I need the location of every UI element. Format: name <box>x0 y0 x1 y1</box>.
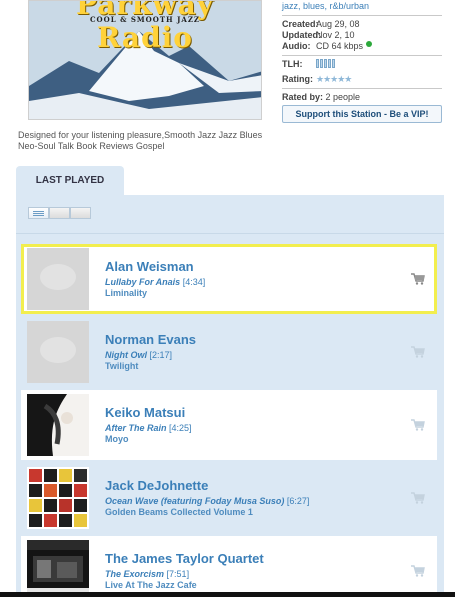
track-row[interactable]: Keiko Matsui After The Rain [4:25] Moyo <box>21 390 437 460</box>
created-row: Created: Aug 29, 08 <box>282 19 442 30</box>
view-toggle[interactable] <box>28 207 91 219</box>
track-album[interactable]: Live At The Jazz Cafe <box>105 580 411 591</box>
window-bottom-edge <box>0 592 455 597</box>
divider <box>282 55 442 56</box>
album-placeholder-icon <box>27 321 89 383</box>
track-row[interactable]: Jack DeJohnette Ocean Wave (featuring Fo… <box>21 463 437 533</box>
cover-subtitle: COOL & SMOOTH JAZZ <box>89 15 201 24</box>
updated-value: Nov 2, 10 <box>316 30 355 40</box>
rated-by-value: 2 people <box>325 92 361 102</box>
track-row[interactable]: Alan Weisman Lullaby For Anais [4:34] Li… <box>21 244 437 314</box>
audio-value: CD 64 kbps <box>316 41 364 51</box>
track-title[interactable]: After The Rain <box>105 423 167 433</box>
track-artist[interactable]: Alan Weisman <box>105 259 411 275</box>
track-artist[interactable]: Norman Evans <box>105 332 411 348</box>
track-album[interactable]: Liminality <box>105 288 411 299</box>
list-view-icon[interactable] <box>28 207 49 219</box>
grid-view-icon[interactable] <box>49 207 70 219</box>
audio-label: Audio: <box>282 41 311 51</box>
cart-icon[interactable] <box>411 565 425 577</box>
rating-stars-icon[interactable]: ★★★★★ <box>316 74 352 85</box>
track-title[interactable]: Ocean Wave (featuring Foday Musa Suso) <box>105 496 284 506</box>
track-title[interactable]: The Exorcism <box>105 569 164 579</box>
rating-label: Rating: <box>282 74 313 84</box>
divider <box>282 15 442 16</box>
track-title[interactable]: Night Owl <box>105 350 147 360</box>
track-title[interactable]: Lullaby For Anais <box>105 277 180 287</box>
tab-last-played[interactable]: LAST PLAYED <box>16 166 124 196</box>
tlh-label: TLH: <box>282 59 303 69</box>
rating-row: Rating: ★★★★★ <box>282 74 442 85</box>
track-artist[interactable]: Keiko Matsui <box>105 405 411 421</box>
track-duration: [2:17] <box>149 350 173 360</box>
updated-label: Updated: <box>282 30 321 40</box>
last-played-panel: Alan Weisman Lullaby For Anais [4:34] Li… <box>16 195 444 597</box>
track-duration: [4:34] <box>182 277 206 287</box>
created-value: Aug 29, 08 <box>316 19 360 29</box>
album-placeholder-icon <box>27 248 89 310</box>
rated-by: Rated by: 2 people <box>282 92 442 102</box>
track-album[interactable]: Twilight <box>105 361 411 372</box>
album-art-dejohnette <box>27 467 89 529</box>
support-vip-button[interactable]: Support this Station - Be a VIP! <box>282 105 442 123</box>
created-label: Created: <box>282 19 319 29</box>
rated-by-label: Rated by: <box>282 92 324 102</box>
cart-icon[interactable] <box>411 346 425 358</box>
track-album[interactable]: Golden Beams Collected Volume 1 <box>105 507 411 518</box>
track-duration: [7:51] <box>166 569 190 579</box>
track-artist[interactable]: The James Taylor Quartet <box>105 551 411 567</box>
cart-icon[interactable] <box>411 492 425 504</box>
track-artist[interactable]: Jack DeJohnette <box>105 478 411 494</box>
updated-row: Updated: Nov 2, 10 <box>282 30 442 41</box>
audio-row: Audio: CD 64 kbps <box>282 41 442 52</box>
track-row[interactable]: Norman Evans Night Owl [2:17] Twilight <box>21 317 437 387</box>
cover-title: Parkway Radio <box>75 0 215 54</box>
tlh-row: TLH: <box>282 59 442 70</box>
genre-links[interactable]: jazz, blues, r&b/urban <box>282 0 442 12</box>
divider <box>16 233 444 234</box>
station-description: Designed for your listening pleasure,Smo… <box>18 130 263 151</box>
track-duration: [6:27] <box>286 496 310 506</box>
station-cover-art: Parkway Radio COOL & SMOOTH JAZZ <box>28 0 262 120</box>
track-album[interactable]: Moyo <box>105 434 411 445</box>
tile-view-icon[interactable] <box>70 207 91 219</box>
divider <box>282 88 442 89</box>
track-duration: [4:25] <box>169 423 192 433</box>
cart-icon[interactable] <box>411 419 425 431</box>
station-info: jazz, blues, r&b/urban Created: Aug 29, … <box>282 0 442 123</box>
cart-icon[interactable] <box>411 273 425 285</box>
album-art-keiko <box>27 394 89 456</box>
album-art-jtq <box>27 540 89 597</box>
tlh-meter-icon <box>316 59 335 68</box>
audio-status-dot-icon <box>366 41 373 47</box>
track-row[interactable]: The James Taylor Quartet The Exorcism [7… <box>21 536 437 597</box>
